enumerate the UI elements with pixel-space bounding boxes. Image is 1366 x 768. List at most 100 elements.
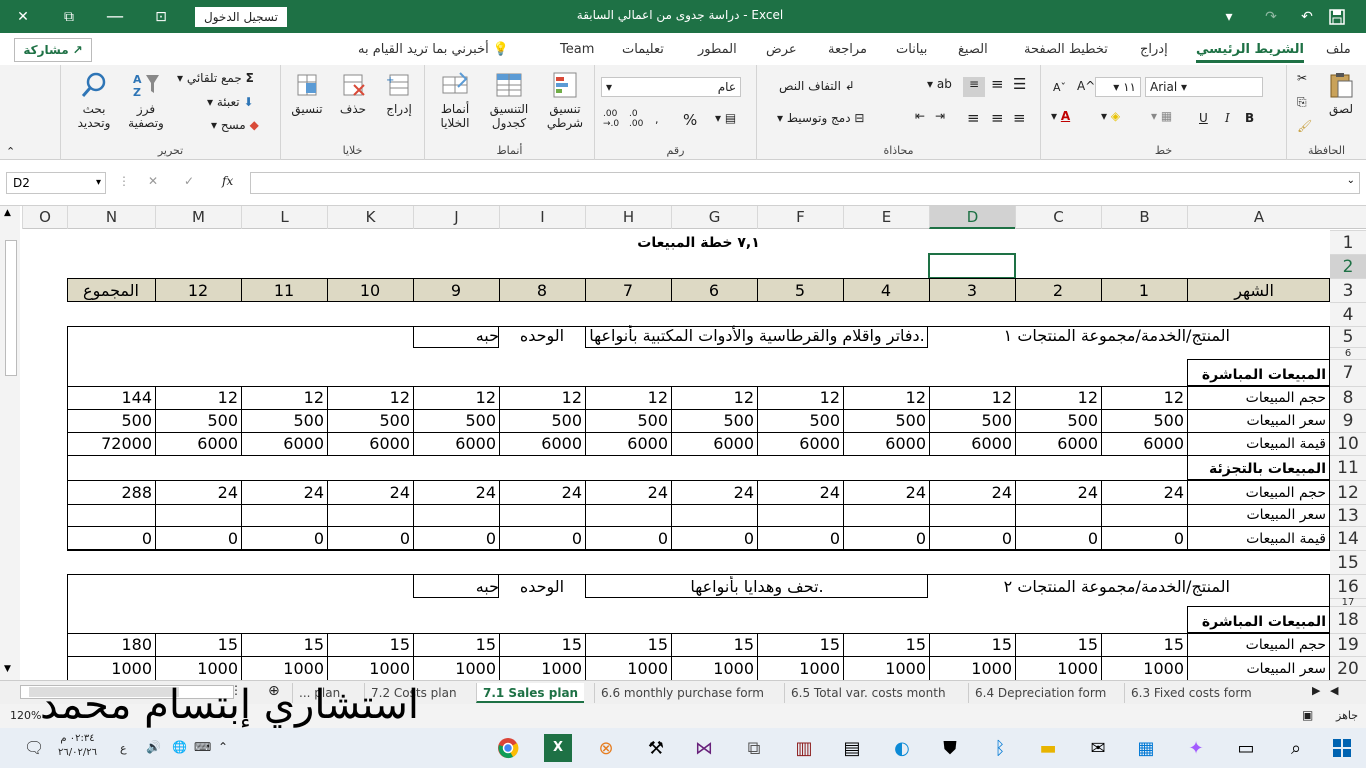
retail-volume-cell[interactable]: 24 — [757, 482, 843, 504]
mail-icon[interactable]: ✉ — [1084, 734, 1112, 762]
sales-value-cell[interactable]: 6000 — [671, 433, 757, 455]
sales-volume-label[interactable]: حجم المبيعات — [1187, 387, 1330, 409]
retail-value-cell[interactable]: 0 — [843, 528, 929, 550]
sales-volume-cell[interactable]: 12 — [757, 387, 843, 409]
sales-value-cell[interactable]: 6000 — [1101, 433, 1187, 455]
format-cells-button[interactable]: تنسيق — [285, 71, 329, 116]
retail-value-cell[interactable]: 0 — [585, 528, 671, 550]
retail-volume-cell[interactable]: 24 — [155, 482, 241, 504]
share-button[interactable]: مشاركة ↗ — [14, 38, 92, 62]
sales-price-cell[interactable]: 500 — [413, 410, 499, 432]
scroll-tabs-right-icon[interactable]: ◀ — [1330, 684, 1338, 697]
fill-button[interactable]: ▾ تعبئة ⬇ — [207, 95, 254, 109]
outdent-icon[interactable]: ⇤ — [915, 109, 925, 123]
retail-value-cell[interactable]: 0 — [413, 528, 499, 550]
excel-taskbar-icon[interactable]: X — [544, 734, 572, 762]
tab-formulas[interactable]: الصيغ — [958, 42, 988, 57]
font-color-icon[interactable]: ▾ A — [1051, 109, 1070, 123]
sales-volume-cell[interactable]: 15 — [327, 634, 413, 656]
clear-button[interactable]: ▾ مسح ◆ — [211, 118, 259, 132]
search-taskbar-icon[interactable]: ⌕ — [1282, 734, 1310, 762]
sales-price-label[interactable]: سعر المبيعات — [1187, 504, 1330, 526]
sales-volume-cell[interactable]: 15 — [585, 634, 671, 656]
retail-value-cell[interactable]: 0 — [671, 528, 757, 550]
cell-styles-button[interactable]: أنماط الخلايا — [429, 71, 481, 130]
sheet-tab-sales-plan[interactable]: 7.1 Sales plan — [476, 683, 585, 703]
month-header[interactable]: 7 — [585, 280, 671, 302]
tab-help[interactable]: تعليمات — [622, 42, 664, 57]
calculator-icon[interactable]: ▤ — [838, 734, 866, 762]
month-header[interactable]: 12 — [155, 280, 241, 302]
scroll-down-icon[interactable]: ▼ — [4, 664, 11, 674]
unit-label[interactable]: الوحده — [499, 325, 585, 347]
insert-function-icon[interactable]: fx — [222, 174, 233, 188]
autosum-button[interactable]: ▾ جمع تلقائي Σ — [177, 71, 254, 85]
row-header-15[interactable]: 15 — [1330, 550, 1366, 574]
column-header-o[interactable]: O — [22, 206, 67, 229]
font-size-box[interactable]: ▾ ١١ — [1095, 77, 1141, 97]
conditional-format-button[interactable]: تنسيق شرطي — [537, 71, 593, 130]
sales-value-cell[interactable]: 6000 — [757, 433, 843, 455]
scroll-tabs-left-icon[interactable]: ▶ — [1312, 684, 1320, 697]
total-header[interactable]: المجموع — [67, 280, 155, 302]
sales-volume-cell[interactable]: 15 — [241, 634, 327, 656]
start-icon[interactable] — [1328, 734, 1356, 762]
row-header-8[interactable]: 8 — [1330, 386, 1366, 409]
sheet-tab-monthly-purchase[interactable]: 6.6 monthly purchase form — [594, 683, 770, 703]
month-header[interactable]: 1 — [1101, 280, 1187, 302]
retail-volume-cell[interactable]: 24 — [499, 482, 585, 504]
sales-volume-cell[interactable]: 15 — [155, 634, 241, 656]
month-header[interactable]: 5 — [757, 280, 843, 302]
column-header-l[interactable]: L — [241, 206, 327, 229]
column-header-b[interactable]: B — [1101, 206, 1187, 229]
name-box[interactable]: D2 ▾ — [6, 172, 106, 194]
retail-volume-cell[interactable]: 24 — [929, 482, 1015, 504]
sales-price-cell[interactable]: 1000 — [413, 658, 499, 680]
network-icon[interactable]: 🌐 — [172, 740, 187, 754]
retail-volume-cell[interactable]: 24 — [1015, 482, 1101, 504]
sales-price-label[interactable]: سعر المبيعات — [1187, 658, 1330, 680]
month-header[interactable]: 2 — [1015, 280, 1101, 302]
tab-developer[interactable]: المطور — [698, 42, 737, 57]
unit-value[interactable]: حبه — [413, 576, 499, 598]
signin-button[interactable]: تسجيل الدخول — [195, 7, 287, 27]
row-header-16[interactable]: 16 — [1330, 574, 1366, 598]
sales-price-cell[interactable]: 1000 — [1101, 658, 1187, 680]
row-header-6[interactable]: 6 — [1330, 347, 1366, 359]
row-header-2[interactable]: 2 — [1330, 254, 1366, 278]
undo-icon[interactable]: ↶ — [1292, 0, 1322, 33]
align-center-icon[interactable]: ≡ — [991, 109, 1004, 127]
format-painter-icon[interactable]: 🖌 — [1297, 119, 1312, 133]
sales-volume-cell[interactable]: 12 — [327, 387, 413, 409]
month-header[interactable]: 6 — [671, 280, 757, 302]
formula-input[interactable]: ⌄ — [250, 172, 1360, 194]
retail-value-cell[interactable]: 0 — [241, 528, 327, 550]
sales-volume-label[interactable]: حجم المبيعات — [1187, 482, 1330, 504]
sales-price-cell[interactable]: 500 — [1101, 410, 1187, 432]
decrease-decimal-icon[interactable]: .00 →.0 — [603, 109, 619, 129]
sales-price-label[interactable]: سعر المبيعات — [1187, 410, 1330, 432]
sales-volume-cell[interactable]: 12 — [843, 387, 929, 409]
sales-price-cell[interactable]: 1000 — [757, 658, 843, 680]
sales-price-cell[interactable]: 500 — [929, 410, 1015, 432]
month-header[interactable]: 3 — [929, 280, 1015, 302]
row-header-19[interactable]: 19 — [1330, 633, 1366, 656]
sales-value-cell[interactable]: 6000 — [585, 433, 671, 455]
retail-volume-cell[interactable]: 24 — [413, 482, 499, 504]
retail-volume-cell[interactable]: 24 — [1101, 482, 1187, 504]
sales-volume-cell[interactable]: 12 — [671, 387, 757, 409]
save-icon[interactable] — [1322, 0, 1352, 33]
sales-price-cell[interactable]: 1000 — [327, 658, 413, 680]
sales-price-cell[interactable]: 500 — [671, 410, 757, 432]
sales-volume-cell[interactable]: 12 — [1101, 387, 1187, 409]
sales-volume-cell[interactable]: 15 — [413, 634, 499, 656]
tab-view[interactable]: عرض — [766, 42, 797, 57]
store-icon[interactable]: ▦ — [1132, 734, 1160, 762]
row-header-10[interactable]: 10 — [1330, 432, 1366, 455]
row-header-13[interactable]: 13 — [1330, 504, 1366, 526]
row-header-7[interactable]: 7 — [1330, 359, 1366, 386]
restore-button[interactable]: ⧉ — [46, 0, 92, 33]
font-name-box[interactable]: Arial ▾ — [1145, 77, 1263, 97]
enter-icon[interactable]: ✓ — [184, 174, 194, 188]
align-middle-icon[interactable]: ≡ — [991, 75, 1004, 93]
